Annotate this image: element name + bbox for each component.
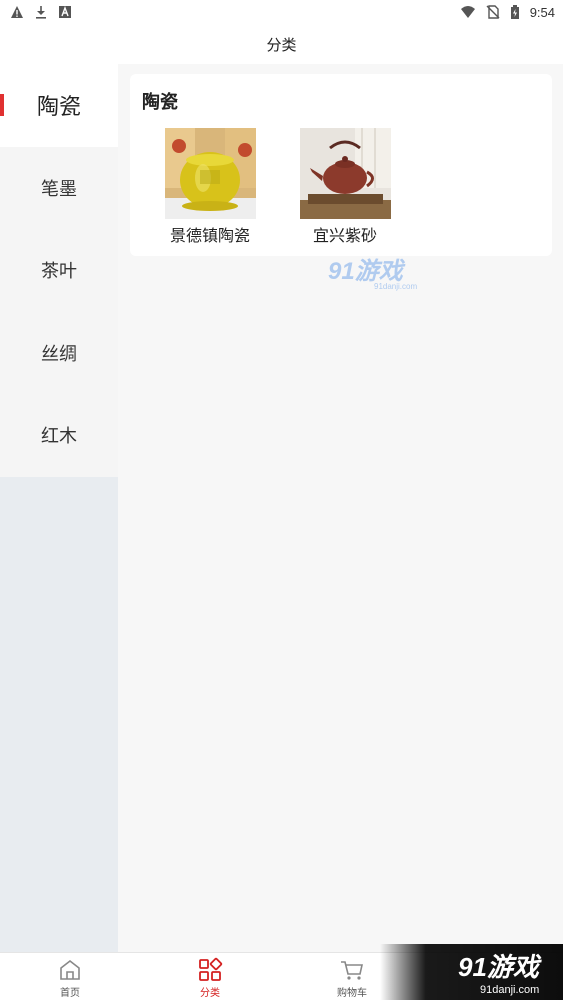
product-item-yixing[interactable]: 宜兴紫砂 (290, 128, 400, 246)
corner-logo-url: 91danji.com (480, 984, 539, 996)
status-bar: 9:54 (0, 0, 563, 24)
page-title: 分类 (266, 35, 297, 54)
yellow-jar-image (164, 128, 256, 219)
sidebar-item-silk[interactable]: 丝绸 (0, 311, 118, 394)
sidebar-item-label: 茶叶 (41, 261, 77, 283)
status-time: 9:54 (529, 4, 555, 20)
product-name: 宜兴紫砂 (312, 226, 377, 245)
watermark-logo: 91游戏 91danji.com (328, 258, 417, 291)
header: 分类 (0, 24, 563, 64)
category-icon (199, 957, 223, 981)
wifi-icon (460, 6, 475, 18)
home-icon (60, 959, 80, 980)
corner-brand-logo: 91游戏 91danji.com (380, 944, 563, 1000)
corner-logo-text: 91游戏 (458, 952, 542, 982)
nav-category[interactable]: 分类 (180, 957, 240, 999)
sidebar-item-label: 丝绸 (41, 343, 77, 365)
sidebar-item-tea[interactable]: 茶叶 (0, 229, 118, 312)
download-icon (36, 6, 46, 19)
watermark-text: 91游戏 (328, 258, 406, 285)
subcategory-card: 陶瓷 景德镇陶瓷 宜兴紫砂 (130, 74, 552, 256)
sidebar-item-label: 红木 (41, 426, 77, 448)
sidebar-item-label: 笔墨 (41, 178, 77, 200)
category-sidebar: 陶瓷 笔墨 茶叶 丝绸 红木 (0, 64, 118, 952)
sidebar-item-brush-ink[interactable]: 笔墨 (0, 146, 118, 229)
status-right-icons: 9:54 (460, 5, 555, 20)
nav-label: 首页 (60, 988, 80, 999)
teapot-image (299, 128, 391, 219)
product-item-jingdezhen[interactable]: 景德镇陶瓷 (155, 128, 265, 246)
sidebar-item-ceramics[interactable]: 陶瓷 (0, 64, 118, 147)
no-sim-icon (486, 5, 500, 19)
nav-label: 分类 (200, 988, 220, 999)
status-left-icons (10, 5, 72, 19)
text-a-icon (59, 6, 71, 18)
section-title: 陶瓷 (142, 92, 178, 113)
nav-cart[interactable]: 购物车 (322, 957, 382, 999)
nav-home[interactable]: 首页 (40, 957, 100, 999)
category-content: 陶瓷 景德镇陶瓷 宜兴紫砂 (118, 64, 563, 952)
watermark-url: 91danji.com (374, 282, 417, 291)
nav-label: 购物车 (337, 988, 367, 999)
sidebar-item-mahogany[interactable]: 红木 (0, 394, 118, 477)
cart-icon (341, 961, 363, 980)
battery-icon (510, 5, 519, 19)
warning-icon (11, 6, 23, 18)
product-name: 景德镇陶瓷 (169, 226, 250, 245)
sidebar-item-label: 陶瓷 (36, 95, 81, 121)
